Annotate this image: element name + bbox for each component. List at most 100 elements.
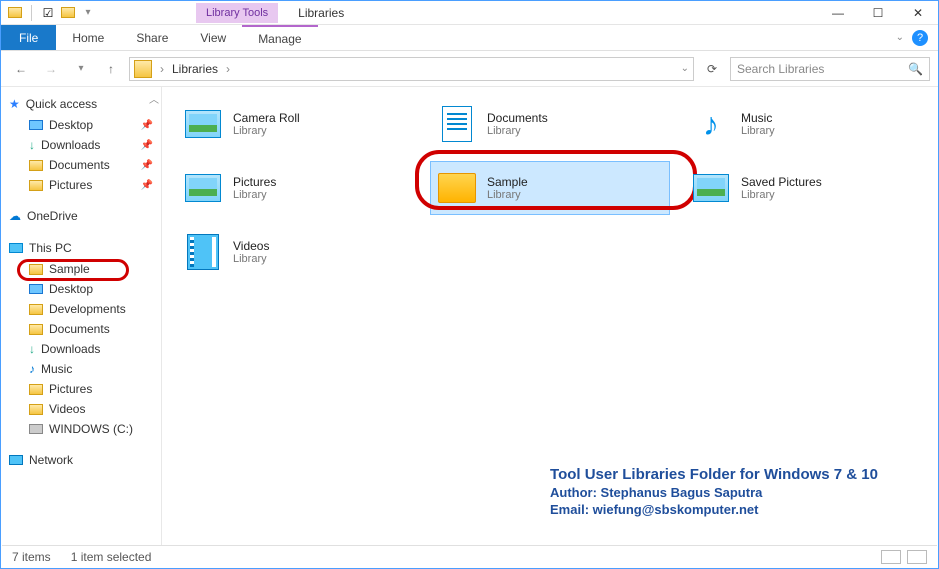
help-icon[interactable]: ? — [912, 30, 928, 46]
tab-home[interactable]: Home — [56, 25, 120, 50]
tree-network[interactable]: Network — [1, 449, 161, 471]
documents-icon — [29, 160, 43, 171]
library-item-saved-pictures[interactable]: Saved PicturesLibrary — [684, 161, 924, 215]
tab-manage[interactable]: Manage — [242, 25, 317, 50]
breadcrumb-separator[interactable]: › — [226, 62, 230, 76]
pc-icon — [9, 243, 23, 253]
minimize-button[interactable]: — — [818, 1, 858, 25]
videos-library-icon — [183, 232, 223, 272]
pictures-icon — [29, 384, 43, 395]
close-button[interactable]: ✕ — [898, 1, 938, 25]
details-view-button[interactable] — [881, 550, 901, 564]
ribbon-tabs: File Home Share View Manage ⌄ ? — [1, 25, 938, 51]
maximize-button[interactable]: ☐ — [858, 1, 898, 25]
sidebar-item-documents-pc[interactable]: Documents — [1, 319, 161, 339]
pin-icon: 📌 — [141, 160, 153, 171]
tree-onedrive[interactable]: ☁OneDrive — [1, 205, 161, 227]
navigation-bar: ← → ▾ ↑ › Libraries › ⌄ ⟳ Search Librari… — [1, 51, 938, 87]
contextual-tab-label: Library Tools — [196, 3, 278, 23]
pictures-library-icon — [183, 104, 223, 144]
window-title: Libraries — [298, 6, 344, 20]
recent-locations-button[interactable]: ▾ — [69, 57, 93, 81]
sidebar-item-downloads[interactable]: ↓Downloads📌 — [1, 135, 161, 155]
sidebar-item-drive-c[interactable]: WINDOWS (C:) — [1, 419, 161, 439]
back-button[interactable]: ← — [9, 57, 33, 81]
status-bar: 7 items 1 item selected — [2, 545, 937, 567]
pin-icon: 📌 — [141, 140, 153, 151]
explorer-icon — [7, 5, 23, 21]
properties-icon[interactable]: ☑ — [40, 5, 56, 21]
desktop-icon — [29, 284, 43, 294]
search-placeholder: Search Libraries — [737, 62, 908, 76]
thumbnails-view-button[interactable] — [907, 550, 927, 564]
music-icon: ♪ — [29, 362, 35, 376]
folder-icon — [29, 264, 43, 275]
library-item-videos[interactable]: VideosLibrary — [176, 225, 416, 279]
cloud-icon: ☁ — [9, 209, 21, 223]
tab-file[interactable]: File — [1, 25, 56, 50]
tab-view[interactable]: View — [184, 25, 242, 50]
window-controls: — ☐ ✕ — [818, 1, 938, 25]
quick-access-label: Quick access — [26, 97, 97, 111]
desktop-icon — [29, 120, 43, 130]
library-item-pictures[interactable]: PicturesLibrary — [176, 161, 416, 215]
folder-icon — [29, 304, 43, 315]
sidebar-item-desktop[interactable]: Desktop📌 — [1, 115, 161, 135]
documents-library-icon — [437, 104, 477, 144]
downloads-icon: ↓ — [29, 342, 35, 356]
qat-dropdown-icon[interactable]: ▾ — [80, 5, 96, 21]
pin-icon: 📌 — [141, 180, 153, 191]
sidebar-item-videos[interactable]: Videos — [1, 399, 161, 419]
network-icon — [9, 455, 23, 465]
status-selected-count: 1 item selected — [71, 550, 152, 564]
pictures-library-icon — [691, 168, 731, 208]
new-folder-icon[interactable] — [60, 5, 76, 21]
tree-this-pc[interactable]: This PC — [1, 237, 161, 259]
sidebar-item-music[interactable]: ♪Music — [1, 359, 161, 379]
annotation-email: Email: wiefung@sbskomputer.net — [550, 502, 878, 517]
sidebar-item-documents[interactable]: Documents📌 — [1, 155, 161, 175]
folder-library-icon — [437, 168, 477, 208]
explorer-body: ︿ ★ Quick access Desktop📌 ↓Downloads📌 Do… — [1, 87, 938, 547]
status-item-count: 7 items — [12, 550, 51, 564]
sidebar-item-pictures-pc[interactable]: Pictures — [1, 379, 161, 399]
tab-share[interactable]: Share — [120, 25, 184, 50]
search-input[interactable]: Search Libraries 🔍 — [730, 57, 930, 81]
tree-quick-access[interactable]: ★ Quick access — [1, 93, 161, 115]
breadcrumb-separator: › — [160, 62, 164, 76]
ribbon-expand-icon[interactable]: ⌄ — [896, 32, 904, 43]
library-item-documents[interactable]: DocumentsLibrary — [430, 97, 670, 151]
pictures-library-icon — [183, 168, 223, 208]
navigation-pane: ︿ ★ Quick access Desktop📌 ↓Downloads📌 Do… — [1, 87, 162, 547]
address-dropdown-icon[interactable]: ⌄ — [681, 63, 689, 74]
items-grid: Camera RollLibrary DocumentsLibrary ♪ Mu… — [176, 97, 924, 279]
sidebar-item-pictures[interactable]: Pictures📌 — [1, 175, 161, 195]
refresh-button[interactable]: ⟳ — [700, 57, 724, 81]
library-item-camera-roll[interactable]: Camera RollLibrary — [176, 97, 416, 151]
annotation-author: Author: Stephanus Bagus Saputra — [550, 485, 878, 500]
sidebar-item-desktop-pc[interactable]: Desktop — [1, 279, 161, 299]
sidebar-item-sample[interactable]: Sample — [1, 259, 161, 279]
quick-access-toolbar: ☑ ▾ — [1, 5, 96, 21]
address-bar[interactable]: › Libraries › ⌄ — [129, 57, 694, 81]
up-button[interactable]: ↑ — [99, 57, 123, 81]
sidebar-item-downloads-pc[interactable]: ↓Downloads — [1, 339, 161, 359]
scroll-up-icon[interactable]: ︿ — [149, 91, 159, 106]
pictures-icon — [29, 180, 43, 191]
breadcrumb-location[interactable]: Libraries — [172, 62, 218, 76]
downloads-icon: ↓ — [29, 138, 35, 152]
sidebar-item-developments[interactable]: Developments — [1, 299, 161, 319]
library-item-music[interactable]: ♪ MusicLibrary — [684, 97, 924, 151]
star-icon: ★ — [9, 97, 20, 111]
videos-icon — [29, 404, 43, 415]
library-item-sample[interactable]: SampleLibrary — [430, 161, 670, 215]
search-icon: 🔍 — [908, 62, 923, 76]
music-library-icon: ♪ — [691, 104, 731, 144]
forward-button[interactable]: → — [39, 57, 63, 81]
annotation-title: Tool User Libraries Folder for Windows 7… — [550, 466, 878, 483]
content-pane: Camera RollLibrary DocumentsLibrary ♪ Mu… — [162, 87, 938, 547]
documents-icon — [29, 324, 43, 335]
title-bar: ☑ ▾ Library Tools Libraries — ☐ ✕ — [1, 1, 938, 25]
drive-icon — [29, 424, 43, 434]
location-icon — [134, 60, 152, 78]
